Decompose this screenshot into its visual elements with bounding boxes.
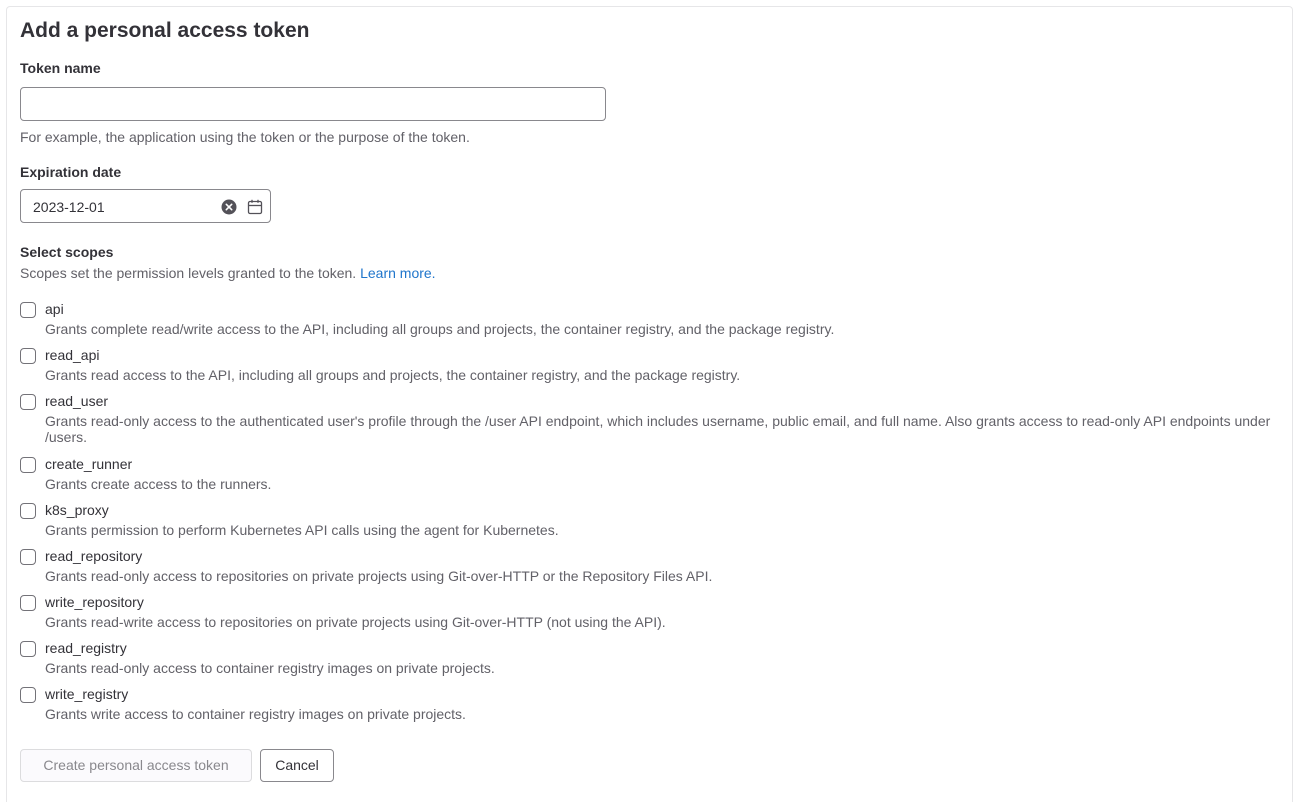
scope-checkbox-read-user[interactable] bbox=[20, 394, 36, 410]
scope-description: Grants read-only access to container reg… bbox=[45, 660, 495, 676]
token-name-input[interactable] bbox=[20, 87, 606, 121]
scopes-help: Scopes set the permission levels granted… bbox=[20, 265, 436, 281]
scope-checkbox-read-repository[interactable] bbox=[20, 549, 36, 565]
select-scopes-label: Select scopes bbox=[20, 244, 114, 260]
expiration-date-input[interactable]: 2023-12-01 bbox=[20, 189, 271, 223]
expiration-date-value: 2023-12-01 bbox=[33, 199, 105, 215]
scope-name[interactable]: read_api bbox=[45, 347, 100, 363]
clear-circle-icon[interactable] bbox=[221, 199, 237, 215]
token-name-help: For example, the application using the t… bbox=[20, 129, 470, 145]
scope-description: Grants read access to the API, including… bbox=[45, 367, 741, 383]
learn-more-link[interactable]: Learn more. bbox=[360, 265, 435, 281]
scope-description: Grants read-only access to the authentic… bbox=[45, 413, 1271, 445]
calendar-icon[interactable] bbox=[247, 199, 263, 215]
create-token-button[interactable]: Create personal access token bbox=[20, 749, 252, 782]
scope-name[interactable]: write_repository bbox=[45, 594, 144, 610]
expiration-date-label: Expiration date bbox=[20, 164, 122, 180]
scope-description: Grants complete read/write access to the… bbox=[45, 321, 835, 337]
personal-access-token-card: Add a personal access token Token name F… bbox=[6, 6, 1293, 802]
scope-checkbox-read-api[interactable] bbox=[20, 348, 36, 364]
scope-name[interactable]: k8s_proxy bbox=[45, 502, 109, 518]
scope-name[interactable]: api bbox=[45, 301, 64, 317]
scope-name[interactable]: read_registry bbox=[45, 640, 127, 656]
cancel-button[interactable]: Cancel bbox=[260, 749, 334, 782]
scope-checkbox-create-runner[interactable] bbox=[20, 457, 36, 473]
scope-description: Grants read-only access to repositories … bbox=[45, 568, 713, 584]
scope-description: Grants permission to perform Kubernetes … bbox=[45, 522, 559, 538]
page-title: Add a personal access token bbox=[20, 19, 310, 42]
scopes-help-text: Scopes set the permission levels granted… bbox=[20, 265, 357, 281]
scope-name[interactable]: write_registry bbox=[45, 686, 128, 702]
scope-description: Grants write access to container registr… bbox=[45, 706, 466, 722]
scope-checkbox-api[interactable] bbox=[20, 302, 36, 318]
scope-description: Grants read-write access to repositories… bbox=[45, 614, 666, 630]
scope-checkbox-read-registry[interactable] bbox=[20, 641, 36, 657]
scope-name[interactable]: create_runner bbox=[45, 456, 132, 472]
token-name-label: Token name bbox=[20, 60, 101, 76]
scope-name[interactable]: read_repository bbox=[45, 548, 142, 564]
scope-name[interactable]: read_user bbox=[45, 393, 108, 409]
scope-checkbox-write-registry[interactable] bbox=[20, 687, 36, 703]
scope-checkbox-write-repository[interactable] bbox=[20, 595, 36, 611]
scope-description: Grants create access to the runners. bbox=[45, 476, 272, 492]
scope-checkbox-k8s-proxy[interactable] bbox=[20, 503, 36, 519]
